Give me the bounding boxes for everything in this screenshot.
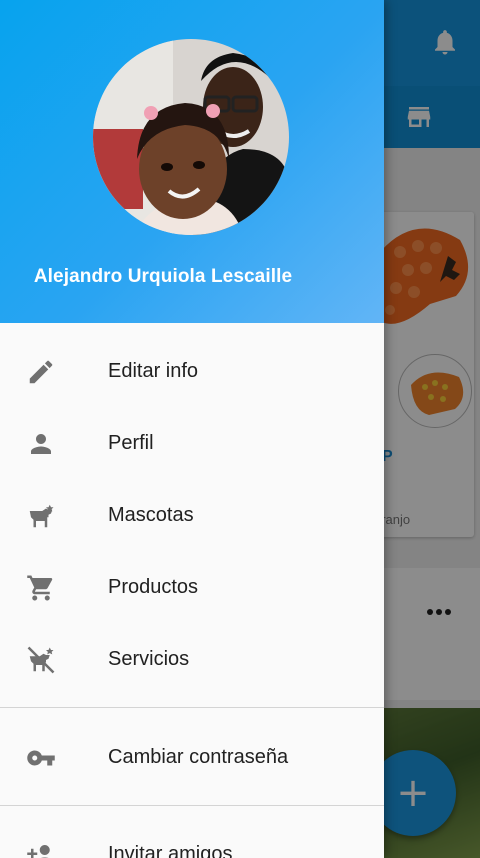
- menu-item-mascotas[interactable]: Mascotas: [0, 479, 384, 551]
- menu-item-label: Editar info: [108, 360, 199, 382]
- dog-service-icon: [27, 646, 55, 674]
- avatar[interactable]: [93, 39, 289, 235]
- user-name: Alejandro Urquiola Lescaille: [33, 266, 293, 287]
- menu-item-label: Invitar amigos: [108, 843, 233, 858]
- dog-icon: [29, 504, 54, 528]
- menu-item-label: Productos: [108, 576, 199, 598]
- menu-item-editar-info[interactable]: Editar info: [0, 335, 384, 407]
- menu-item-cambiar-contrasena[interactable]: Cambiar contraseña: [0, 721, 384, 793]
- menu-item-label: Servicios: [108, 648, 190, 670]
- divider: [0, 707, 384, 708]
- shopping-cart-icon: [27, 575, 53, 601]
- menu-item-perfil[interactable]: Perfil: [0, 407, 384, 479]
- navigation-drawer: Alejandro Urquiola Lescaille Editar info…: [0, 0, 384, 858]
- menu-item-servicios[interactable]: Servicios: [0, 623, 384, 695]
- menu-item-invitar-amigos[interactable]: Invitar amigos: [0, 818, 384, 858]
- pencil-icon: [29, 360, 53, 384]
- menu-item-productos[interactable]: Productos: [0, 551, 384, 623]
- divider: [0, 805, 384, 806]
- menu-item-label: Perfil: [108, 432, 154, 454]
- menu-item-label: Mascotas: [108, 504, 194, 526]
- drawer-header: Alejandro Urquiola Lescaille: [0, 0, 384, 323]
- add-person-icon: [27, 845, 50, 858]
- key-icon: [27, 750, 55, 766]
- person-icon: [31, 434, 51, 454]
- menu-item-label: Cambiar contraseña: [108, 746, 289, 768]
